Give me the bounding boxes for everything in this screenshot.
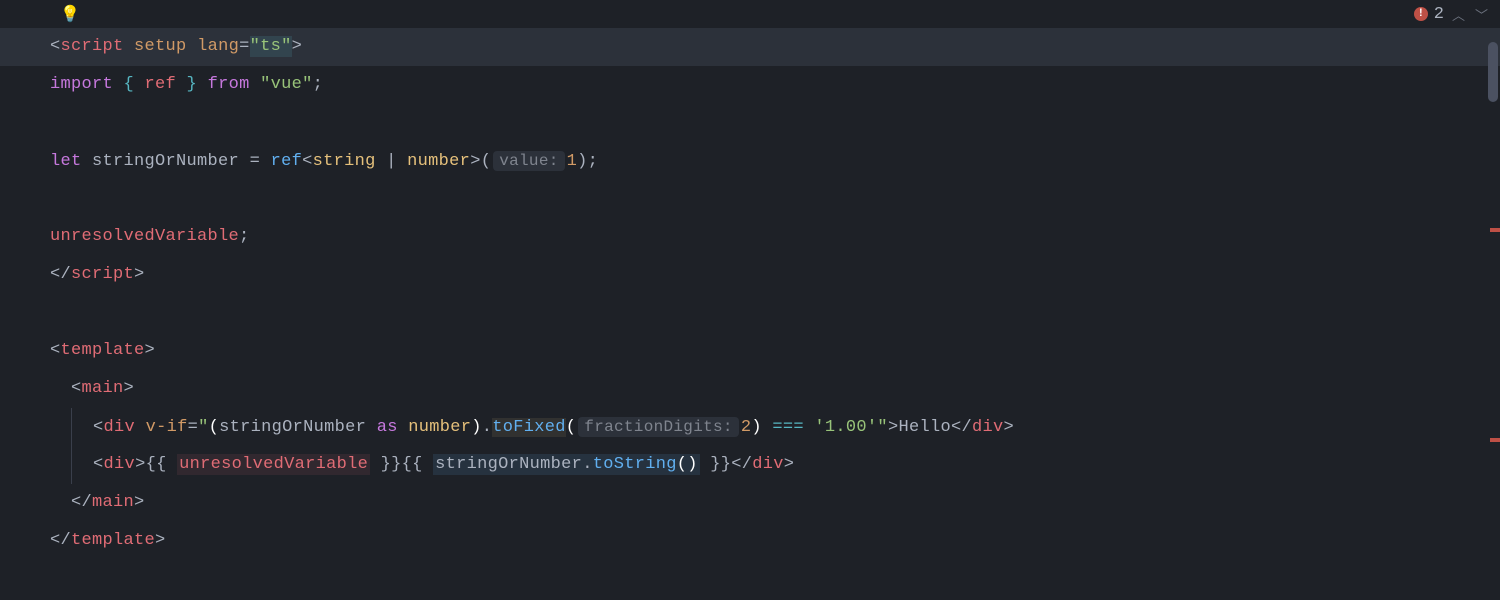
code-line[interactable]: </script> (50, 256, 1500, 294)
code-editor: 💡 ! 2 ︿ ﹀ <script setup lang="ts"> impor… (0, 0, 1500, 600)
code-line[interactable]: </main> (50, 484, 1500, 522)
code-line[interactable]: import { ref } from "vue"; (50, 66, 1500, 104)
error-mark[interactable] (1490, 228, 1500, 232)
code-line[interactable]: <main> (50, 370, 1500, 408)
code-line[interactable]: <script setup lang="ts"> (0, 28, 1500, 66)
code-line[interactable]: let stringOrNumber = ref<string | number… (50, 142, 1500, 180)
error-count: 2 (1434, 5, 1444, 24)
error-stripe[interactable] (1486, 28, 1500, 600)
code-line[interactable] (50, 180, 1500, 218)
problems-indicator[interactable]: ! 2 ︿ ﹀ (1414, 5, 1490, 24)
prev-error-icon[interactable]: ︿ (1450, 5, 1467, 24)
code-line[interactable] (50, 104, 1500, 142)
code-area[interactable]: <script setup lang="ts"> import { ref } … (0, 28, 1500, 600)
lightbulb-icon[interactable]: 💡 (60, 4, 80, 24)
editor-top-bar: 💡 ! 2 ︿ ﹀ (0, 0, 1500, 28)
inlay-hint: fractionDigits: (578, 417, 739, 437)
error-mark[interactable] (1490, 438, 1500, 442)
error-icon: ! (1414, 7, 1428, 21)
code-line[interactable]: <div v-if="(stringOrNumber as number).to… (50, 408, 1500, 446)
code-line[interactable]: <div>{{ unresolvedVariable }}{{ stringOr… (50, 446, 1500, 484)
code-line[interactable]: <template> (50, 332, 1500, 370)
code-line[interactable]: </template> (50, 522, 1500, 560)
code-line[interactable] (50, 294, 1500, 332)
next-error-icon[interactable]: ﹀ (1473, 5, 1490, 24)
inlay-hint: value: (493, 151, 564, 171)
code-line[interactable]: unresolvedVariable; (50, 218, 1500, 256)
